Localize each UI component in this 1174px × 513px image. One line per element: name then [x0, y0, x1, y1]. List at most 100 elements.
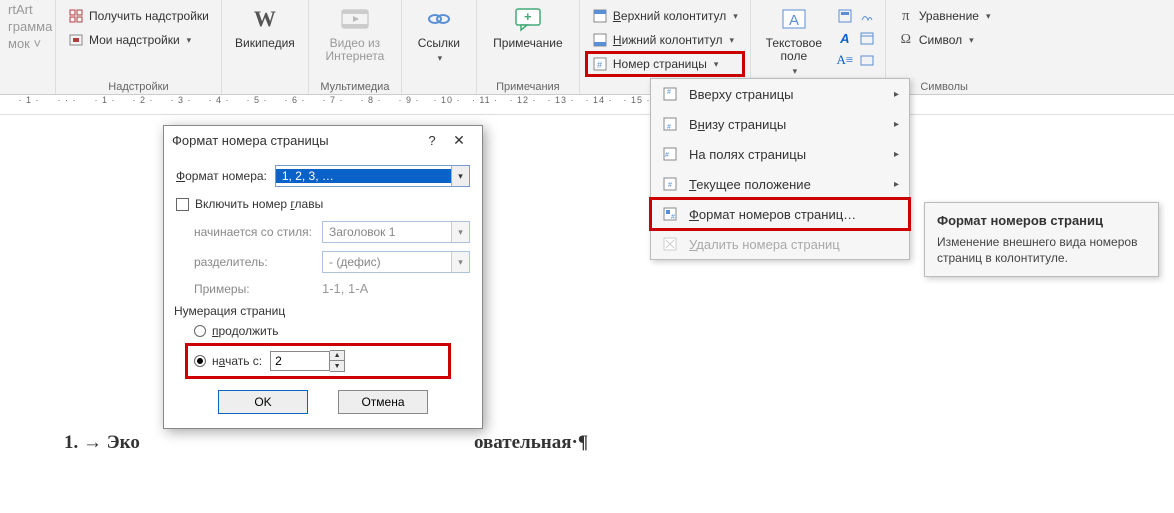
smartart-label-3[interactable]: мок ˅: [8, 36, 41, 51]
textbox-button[interactable]: A Текстовое поле ▾: [759, 2, 829, 77]
smartart-label-2[interactable]: грамма: [8, 19, 52, 34]
page-number-menu: # Вверху страницы ▸ # Внизу страницы ▸ #…: [650, 78, 910, 260]
submenu-arrow-icon: ▸: [894, 89, 899, 100]
header-icon: [592, 8, 608, 24]
svg-text:#: #: [668, 182, 672, 189]
starts-with-style-label: начинается со стиля:: [194, 225, 314, 239]
chevron-down-icon: ▾: [438, 53, 443, 64]
combo-dropdown-button: ▾: [451, 252, 469, 272]
links-button[interactable]: Ссылки ▾: [410, 2, 468, 64]
online-video-label: Видео из Интернета: [325, 37, 384, 63]
textbox-label: Текстовое поле: [766, 37, 822, 63]
spin-up-button[interactable]: ▲: [330, 351, 344, 361]
footer-icon: [592, 32, 608, 48]
number-format-label: Формат номера:: [176, 169, 267, 183]
equation-button[interactable]: π Уравнение ▾: [894, 6, 995, 26]
menu-bottom-of-page[interactable]: # Внизу страницы ▸: [651, 109, 909, 139]
ok-button[interactable]: OK: [218, 390, 308, 414]
video-icon: [340, 4, 370, 34]
menu-page-margins[interactable]: # На полях страницы ▸: [651, 139, 909, 169]
symbol-button[interactable]: Ω Символ ▾: [894, 30, 995, 50]
get-addins-button[interactable]: Получить надстройки: [64, 6, 213, 26]
menu-top-of-page[interactable]: # Вверху страницы ▸: [651, 79, 909, 109]
link-icon: [424, 4, 454, 34]
combo-dropdown-button[interactable]: ▾: [451, 166, 469, 186]
group-wiki: W Википедия: [222, 0, 309, 94]
document-text-left: 1. → Эко: [64, 432, 140, 454]
comment-icon: +: [513, 4, 543, 34]
examples-value: 1-1, 1-A: [322, 281, 368, 296]
chevron-down-icon: ▾: [187, 35, 192, 46]
group-comments: + Примечание Примечания: [477, 0, 580, 94]
start-at-radio[interactable]: начать с:: [194, 354, 262, 368]
wikipedia-icon: W: [250, 4, 280, 34]
submenu-arrow-icon: ▸: [894, 149, 899, 160]
svg-text:#: #: [667, 89, 671, 96]
page-number-label: Номер страницы: [613, 57, 707, 71]
svg-text:#: #: [667, 124, 671, 131]
online-video-button[interactable]: Видео из Интернета: [317, 2, 393, 63]
tooltip-format-page-numbers: Формат номеров страниц Изменение внешнег…: [924, 202, 1159, 277]
header-button[interactable]: Верхний колонтитул ▾: [588, 6, 742, 26]
horizontal-ruler[interactable]: · 1 ·· · ·· 1 ·· 2 ·· 3 ·· 4 ·· 5 ·· 6 ·…: [0, 95, 1174, 115]
page-number-button[interactable]: # Номер страницы ▾: [588, 54, 742, 74]
group-media: Видео из Интернета Мультимедиа: [309, 0, 402, 94]
symbol-label: Символ: [919, 33, 962, 47]
combo-dropdown-button: ▾: [451, 222, 469, 242]
dialog-close-button[interactable]: ✕: [444, 132, 474, 149]
remove-numbers-icon: [661, 235, 679, 253]
dialog-help-button[interactable]: ?: [420, 133, 444, 148]
include-chapter-checkbox[interactable]: Включить номер главы: [176, 197, 470, 211]
page-number-icon: #: [592, 56, 608, 72]
svg-text:#: #: [597, 60, 602, 70]
dialog-titlebar[interactable]: Формат номера страницы ? ✕: [164, 126, 482, 155]
my-addins-button[interactable]: Мои надстройки ▾: [64, 30, 213, 50]
ribbon: rtArt грамма мок ˅ Получить надстройки М…: [0, 0, 1174, 95]
group-smartart-partial: rtArt грамма мок ˅: [0, 0, 56, 94]
spin-down-button[interactable]: ▼: [330, 361, 344, 371]
smartart-label-1[interactable]: rtArt: [8, 2, 33, 17]
dropcap-icon[interactable]: A≡: [835, 50, 855, 70]
chevron-down-icon: ▾: [986, 11, 991, 22]
quick-parts-icon[interactable]: [835, 6, 855, 26]
page-number-format-dialog: Формат номера страницы ? ✕ Формат номера…: [163, 125, 483, 429]
links-label: Ссылки: [418, 37, 460, 50]
radio-icon: [194, 325, 206, 337]
page-bottom-icon: #: [661, 115, 679, 133]
store-icon: [68, 8, 84, 24]
group-symbols-label: Символы: [920, 79, 968, 93]
wikipedia-button[interactable]: W Википедия: [230, 2, 300, 50]
starts-with-style-combo: Заголовок 1 ▾: [322, 221, 470, 243]
signature-icon[interactable]: [857, 6, 877, 26]
start-at-spinner[interactable]: ▲ ▼: [270, 350, 345, 372]
footer-button[interactable]: Нижний колонтитул ▾: [588, 30, 742, 50]
object-icon[interactable]: [857, 50, 877, 70]
submenu-arrow-icon: ▸: [894, 179, 899, 190]
continue-radio[interactable]: продолжить: [194, 324, 470, 338]
header-label: Верхний колонтитул: [613, 9, 726, 23]
start-at-input[interactable]: [270, 351, 330, 371]
equation-label: Уравнение: [919, 9, 979, 23]
group-addins: Получить надстройки Мои надстройки ▾ Над…: [56, 0, 222, 94]
current-position-icon: #: [661, 175, 679, 193]
date-icon[interactable]: [857, 28, 877, 48]
chevron-down-icon: ▾: [714, 59, 719, 70]
pi-icon: π: [898, 8, 914, 24]
svg-text:+: +: [524, 9, 532, 24]
comment-label: Примечание: [493, 37, 562, 50]
menu-current-position[interactable]: # Текущее положение ▸: [651, 169, 909, 199]
separator-combo: - (дефис) ▾: [322, 251, 470, 273]
my-addins-label: Мои надстройки: [89, 33, 180, 47]
cancel-button[interactable]: Отмена: [338, 390, 428, 414]
svg-text:#: #: [671, 214, 675, 221]
chevron-down-icon: ▾: [969, 35, 974, 46]
wordart-icon[interactable]: A: [835, 28, 855, 48]
page-top-icon: #: [661, 85, 679, 103]
comment-button[interactable]: + Примечание: [485, 2, 571, 50]
addins-icon: [68, 32, 84, 48]
menu-format-page-numbers[interactable]: # Формат номеров страниц…: [651, 199, 909, 229]
textbox-icon: A: [779, 4, 809, 34]
group-media-label: Мультимедиа: [320, 79, 389, 93]
number-format-combo[interactable]: 1, 2, 3, … ▾: [275, 165, 470, 187]
numbering-group-title: Нумерация страниц: [174, 304, 470, 318]
